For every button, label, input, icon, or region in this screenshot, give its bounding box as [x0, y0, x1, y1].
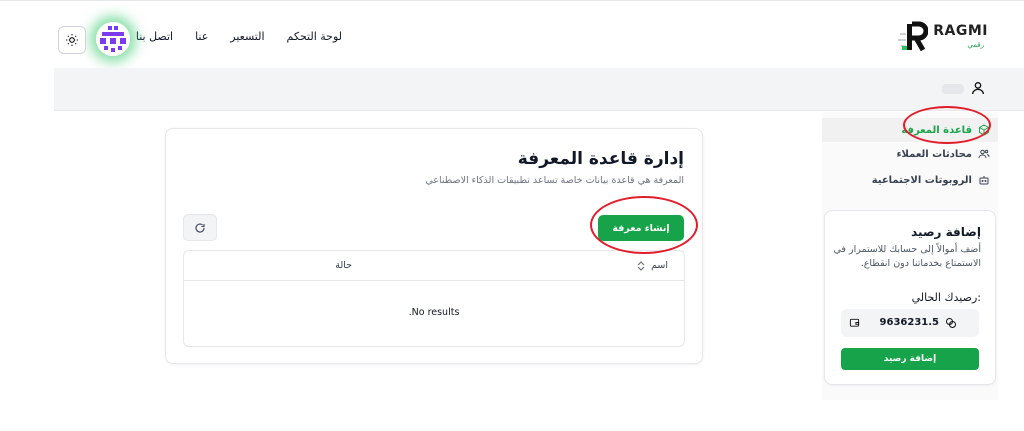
nav-pricing[interactable]: التسعير	[230, 30, 264, 43]
nav-dashboard[interactable]: لوحة التحكم	[287, 30, 342, 43]
logo-mark-icon	[898, 21, 928, 52]
brand-logo[interactable]: RAGMI رقمي	[898, 20, 988, 56]
main-nav: لوحة التحكم التسعير عنا اتصل بنا	[136, 30, 342, 43]
theme-toggle-button[interactable]	[58, 26, 86, 54]
sidebar-item-label: الروبوتات الاجتماعية	[871, 174, 972, 186]
balance-title: إضافة رصيد	[911, 225, 981, 239]
user-icon[interactable]	[970, 80, 986, 96]
page-description: المعرفة هي قاعدة بيانات خاصة تساعد تطبيق…	[425, 175, 684, 186]
sidebar-item-label: محادثات العملاء	[896, 148, 972, 160]
column-status-header: حالة	[335, 260, 352, 271]
balance-display: 9636231.5	[841, 309, 979, 337]
sun-icon	[66, 34, 78, 46]
subheader-bar	[54, 68, 1024, 111]
table-header: اسم حالة	[184, 251, 684, 281]
refresh-button[interactable]	[183, 214, 217, 241]
header: RAGMI رقمي لوحة التحكم التسعير عنا اتصل …	[0, 6, 1024, 66]
wallet-icon	[849, 318, 860, 327]
current-balance-label: رصيدك الحالي:	[911, 291, 981, 304]
add-balance-button[interactable]: إضافة رصيد	[841, 348, 979, 370]
users-icon	[978, 149, 990, 159]
sidebar-item-customer-chats[interactable]: محادثات العملاء	[822, 142, 998, 166]
user-name-placeholder	[942, 84, 964, 94]
knowledge-table: اسم حالة No results.	[183, 250, 685, 347]
sidebar-item-social-bots[interactable]: الروبوتات الاجتماعية	[822, 168, 998, 192]
top-border	[0, 0, 1024, 4]
empty-state: No results.	[408, 307, 460, 318]
coins-icon	[946, 318, 956, 328]
refresh-icon	[195, 223, 205, 233]
nav-about[interactable]: عنا	[195, 30, 208, 43]
bot-icon	[979, 176, 989, 185]
balance-card: إضافة رصيد أضف أموالاً إلى حسابك للاستمر…	[824, 210, 996, 385]
column-name-header[interactable]: اسم	[637, 260, 668, 271]
column-name-label: اسم	[651, 260, 668, 271]
brand-name: RAGMI	[933, 23, 988, 39]
annotation-circle	[903, 106, 991, 144]
annotation-circle	[590, 196, 698, 254]
balance-description: أضف أموالاً إلى حسابك للاستمرار في الاست…	[833, 244, 982, 269]
brand-subtitle: رقمي	[967, 41, 984, 49]
avatar[interactable]	[96, 22, 130, 56]
page-title: إدارة قاعدة المعرفة	[517, 149, 684, 169]
avatar-pattern-icon	[96, 22, 130, 56]
sort-icon	[637, 260, 645, 271]
balance-value: 9636231.5	[879, 317, 939, 328]
nav-contact[interactable]: اتصل بنا	[136, 30, 173, 43]
